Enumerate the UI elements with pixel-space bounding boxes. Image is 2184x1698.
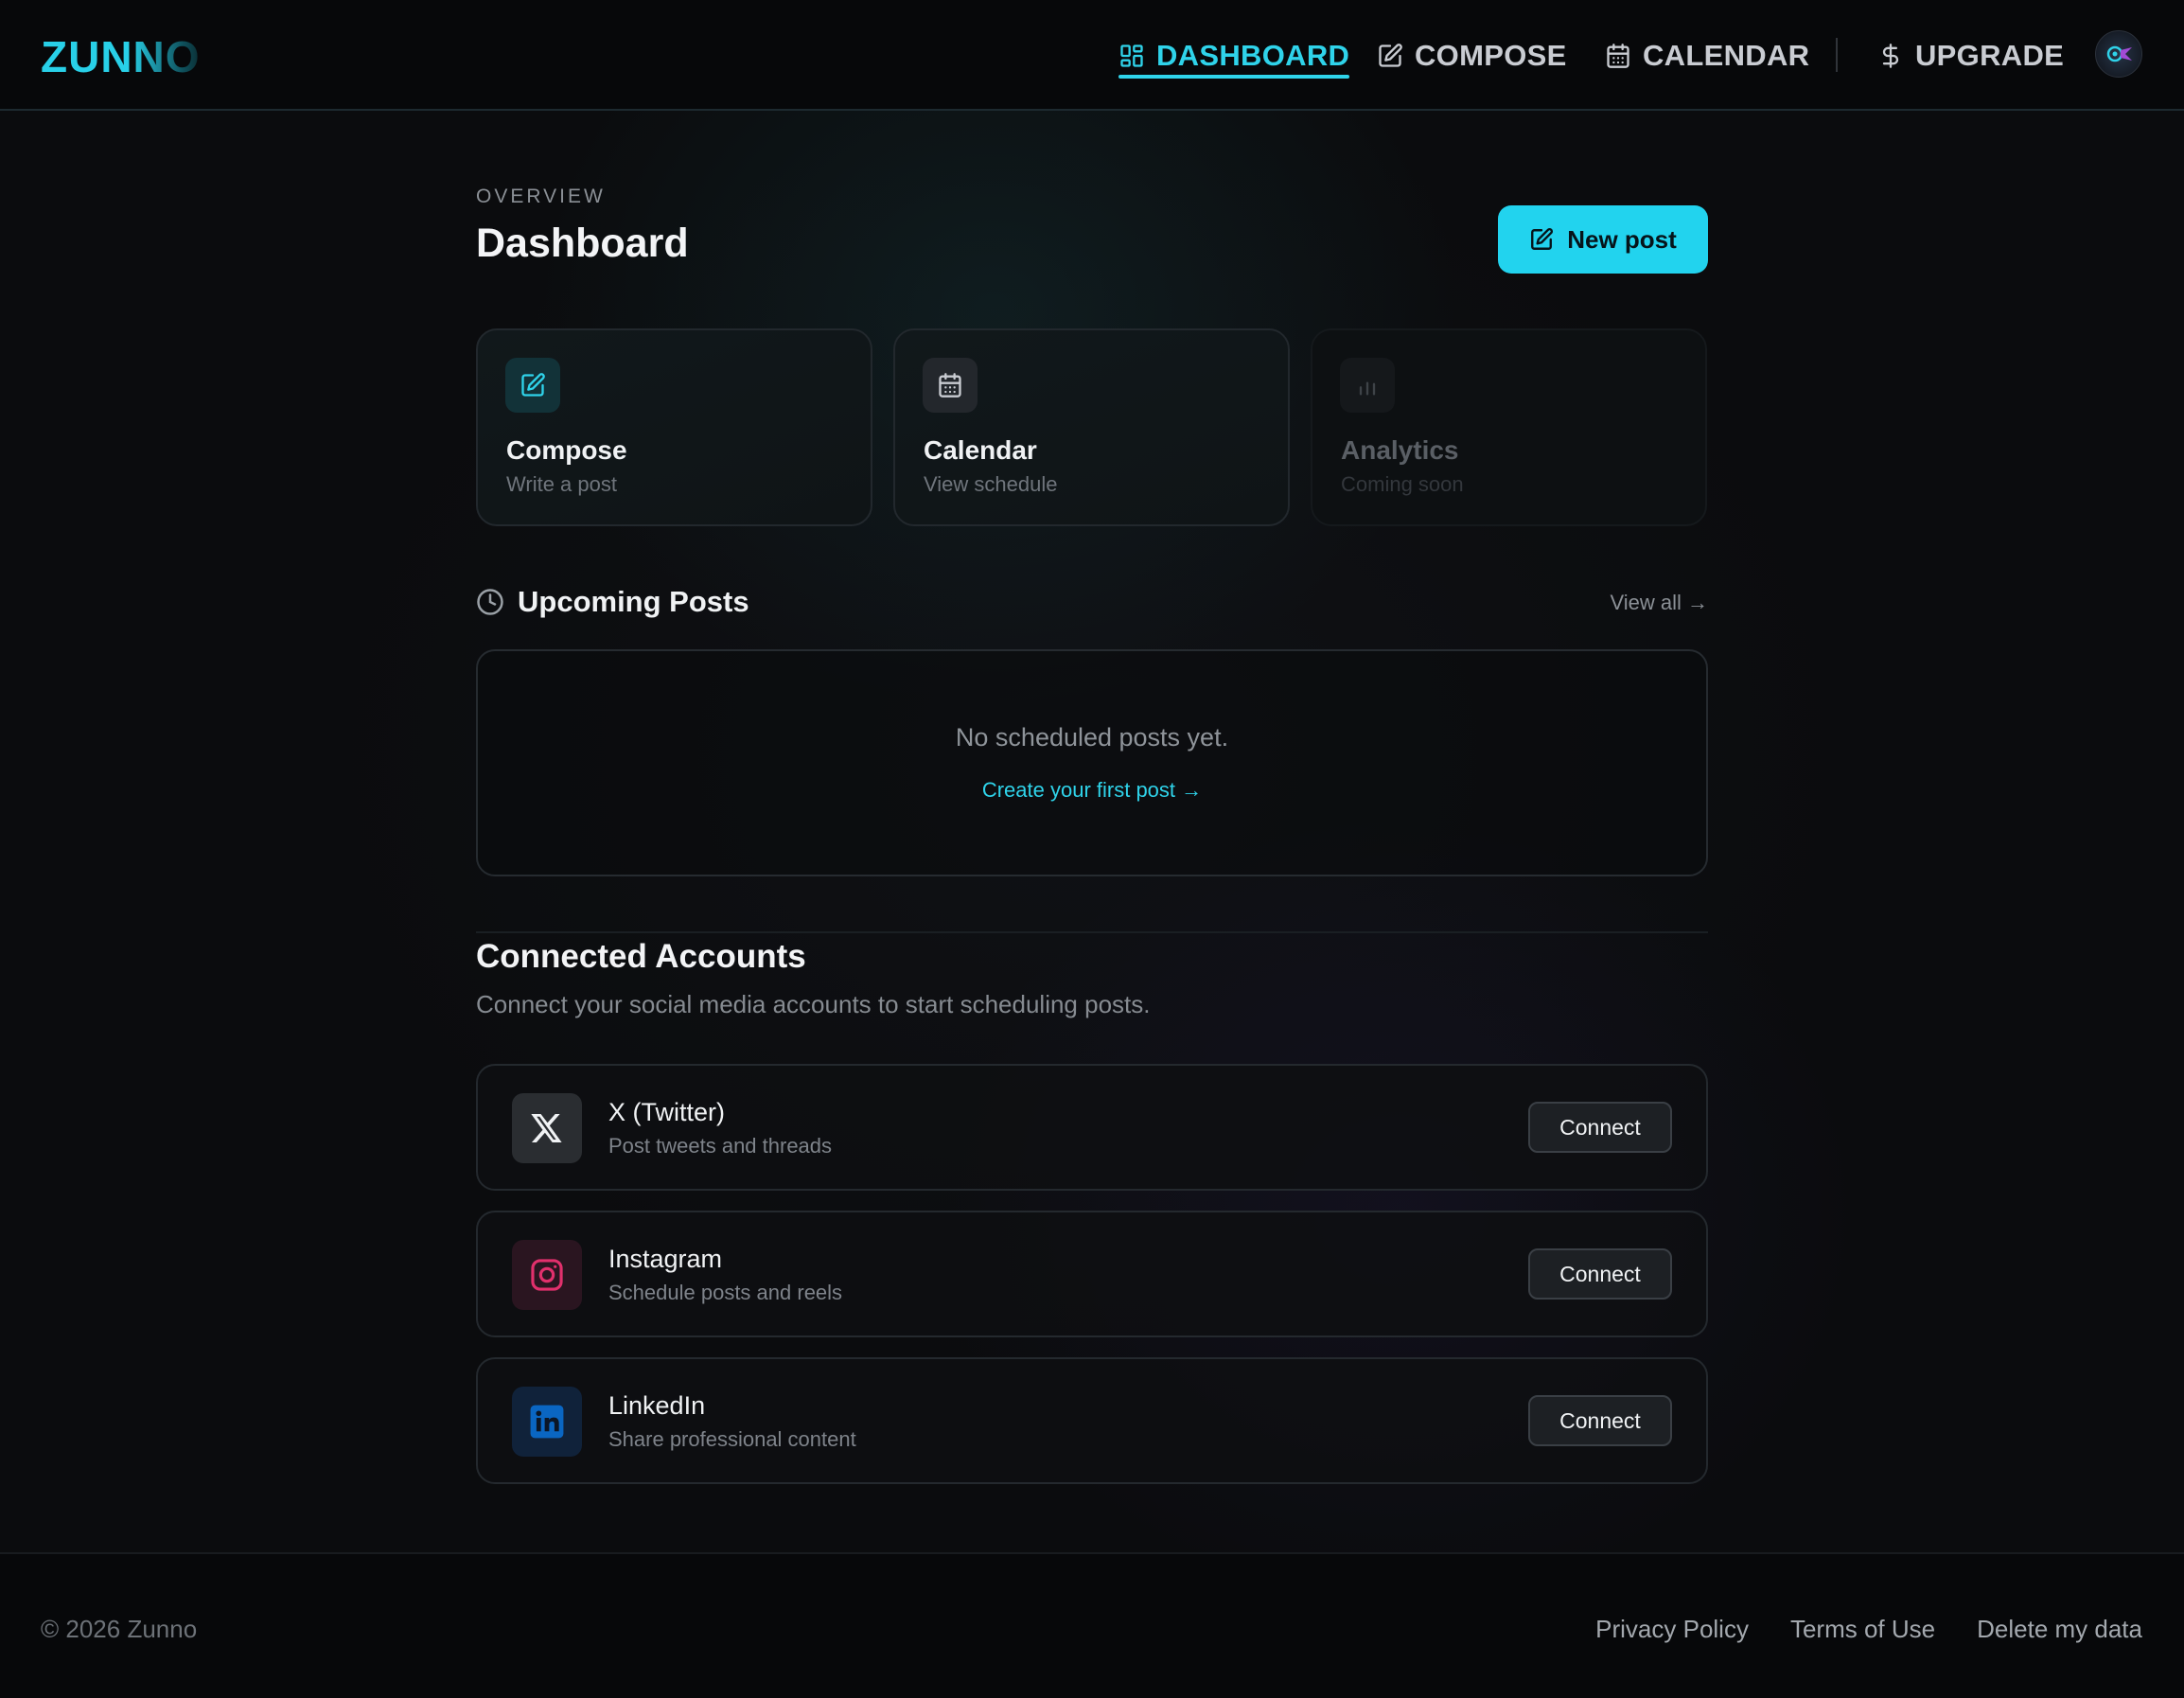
clock-icon bbox=[477, 589, 503, 615]
top-navbar: ZUNNO DASHBOARD COMPOSE CALENDAR UPGRADE bbox=[0, 0, 2184, 111]
account-row-x: X (Twitter) Post tweets and threads Conn… bbox=[476, 1064, 1708, 1191]
new-post-button[interactable]: New post bbox=[1498, 205, 1708, 274]
pencil-square-icon bbox=[521, 373, 545, 397]
brand-logo[interactable]: ZUNNO bbox=[41, 31, 201, 82]
nav-upgrade-label: UPGRADE bbox=[1915, 38, 2065, 72]
card-analytics-subtitle: Coming soon bbox=[1341, 472, 1464, 496]
nav-calendar[interactable]: CALENDAR bbox=[1605, 0, 1809, 111]
nav-compose-label: COMPOSE bbox=[1415, 38, 1567, 72]
pencil-square-icon bbox=[1531, 228, 1554, 250]
section-divider bbox=[476, 931, 1708, 933]
nav-upgrade[interactable]: UPGRADE bbox=[1877, 0, 2064, 111]
avatar-image-icon bbox=[2106, 45, 2132, 62]
card-compose-subtitle: Write a post bbox=[506, 472, 617, 496]
calendar-icon bbox=[1607, 43, 1629, 68]
card-analytics: Analytics Coming soon bbox=[1311, 328, 1707, 526]
card-analytics-icon-box bbox=[1340, 358, 1395, 413]
empty-state-text: No scheduled posts yet. bbox=[955, 723, 1229, 752]
card-calendar-icon-box bbox=[923, 358, 978, 413]
connected-accounts-subtitle: Connect your social media accounts to st… bbox=[476, 990, 1151, 1018]
connect-linkedin-button[interactable]: Connect bbox=[1528, 1395, 1672, 1446]
page-title: Dashboard bbox=[476, 221, 689, 266]
page-overline: OVERVIEW bbox=[476, 186, 606, 207]
account-description: Share professional content bbox=[608, 1427, 856, 1451]
linkedin-icon bbox=[512, 1387, 582, 1457]
account-name: LinkedIn bbox=[608, 1391, 706, 1420]
upcoming-posts-header: Upcoming Posts bbox=[476, 585, 749, 619]
grid-icon bbox=[1120, 44, 1143, 67]
card-compose-title: Compose bbox=[506, 435, 627, 465]
nav-dashboard[interactable]: DASHBOARD bbox=[1118, 0, 1350, 111]
account-name: Instagram bbox=[608, 1245, 723, 1273]
footer-links: Privacy Policy Terms of Use Delete my da… bbox=[1595, 1615, 2142, 1644]
account-description: Post tweets and threads bbox=[608, 1134, 833, 1158]
terms-of-use-link[interactable]: Terms of Use bbox=[1790, 1615, 1935, 1644]
card-calendar-subtitle: View schedule bbox=[924, 472, 1058, 496]
upcoming-posts-title: Upcoming Posts bbox=[518, 585, 749, 618]
footer: © 2026 Zunno Privacy Policy Terms of Use… bbox=[0, 1552, 2184, 1698]
account-name: X (Twitter) bbox=[608, 1098, 726, 1126]
dollar-icon bbox=[1882, 43, 1899, 68]
calendar-icon bbox=[939, 373, 961, 398]
bar-chart-icon bbox=[1359, 381, 1376, 396]
nav-separator bbox=[1836, 38, 1838, 72]
copyright-text: © 2026 Zunno bbox=[41, 1615, 198, 1643]
card-compose[interactable]: Compose Write a post bbox=[476, 328, 872, 526]
card-analytics-title: Analytics bbox=[1341, 435, 1459, 465]
account-description: Schedule posts and reels bbox=[608, 1281, 843, 1304]
account-row-instagram: Instagram Schedule posts and reels Conne… bbox=[476, 1211, 1708, 1337]
nav-dashboard-label: DASHBOARD bbox=[1156, 38, 1350, 72]
nav-calendar-label: CALENDAR bbox=[1643, 38, 1810, 72]
nav-compose[interactable]: COMPOSE bbox=[1377, 0, 1567, 111]
connect-x-button[interactable]: Connect bbox=[1528, 1102, 1672, 1153]
card-calendar[interactable]: Calendar View schedule bbox=[893, 328, 1290, 526]
account-row-linkedin: LinkedIn Share professional content Conn… bbox=[476, 1357, 1708, 1484]
avatar[interactable] bbox=[2095, 30, 2142, 78]
upcoming-posts-empty-state: No scheduled posts yet. Create your firs… bbox=[476, 649, 1708, 876]
instagram-icon bbox=[512, 1240, 582, 1310]
delete-my-data-link[interactable]: Delete my data bbox=[1977, 1615, 2142, 1644]
privacy-policy-link[interactable]: Privacy Policy bbox=[1595, 1615, 1749, 1644]
view-all-link[interactable]: View all → bbox=[1610, 591, 1708, 615]
connected-accounts-title: Connected Accounts bbox=[476, 938, 806, 975]
card-compose-icon-box bbox=[505, 358, 560, 413]
new-post-label: New post bbox=[1567, 224, 1677, 254]
connect-instagram-button[interactable]: Connect bbox=[1528, 1248, 1672, 1300]
pencil-square-icon bbox=[1379, 43, 1402, 67]
create-first-post-link[interactable]: Create your first post → bbox=[478, 778, 1706, 803]
card-calendar-title: Calendar bbox=[924, 435, 1037, 465]
x-logo-icon bbox=[512, 1093, 582, 1163]
